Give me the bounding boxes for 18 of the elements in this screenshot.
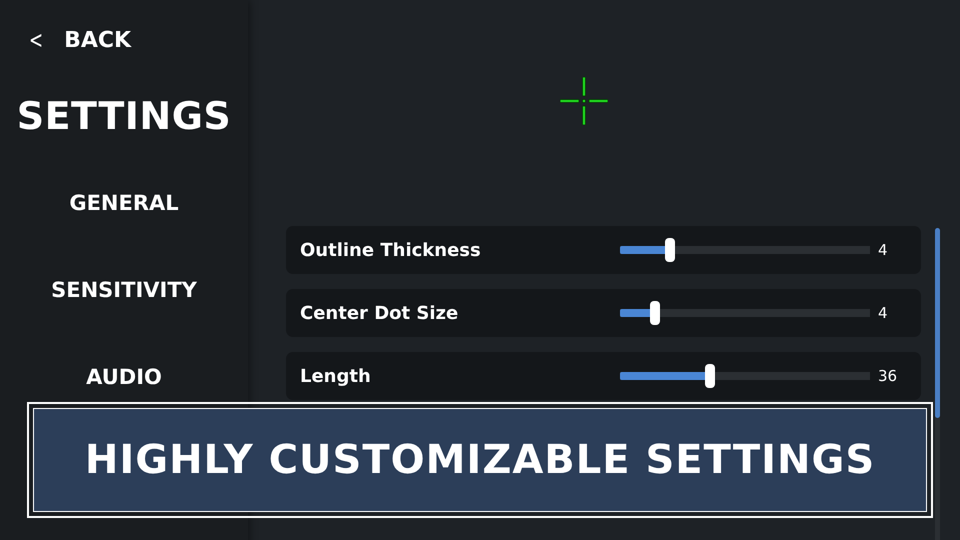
sidebar-item[interactable]: GENERAL — [69, 188, 179, 218]
sidebar-item[interactable]: SENSITIVITY — [51, 275, 197, 305]
setting-label: Center Dot Size — [300, 302, 460, 324]
scrollbar[interactable] — [935, 228, 940, 540]
setting-label: Outline Thickness — [300, 240, 482, 260]
back-button[interactable]: < BACK — [26, 26, 132, 54]
setting-value: 4 — [878, 241, 888, 259]
setting-value: 4 — [878, 304, 888, 322]
settings-title: SETTINGS — [16, 94, 232, 138]
slider-thumb[interactable] — [705, 364, 715, 388]
banner-caption: HIGHLY CUSTOMIZABLE SETTINGS — [84, 437, 876, 483]
sidebar-item[interactable]: AUDIO — [86, 362, 162, 392]
slider-thumb[interactable] — [665, 238, 675, 262]
scrollbar-thumb[interactable] — [935, 228, 940, 418]
slider-thumb[interactable] — [650, 301, 660, 325]
setting-value: 36 — [878, 367, 898, 385]
setting-label: Length — [300, 366, 372, 386]
crosshair-icon — [560, 77, 608, 125]
